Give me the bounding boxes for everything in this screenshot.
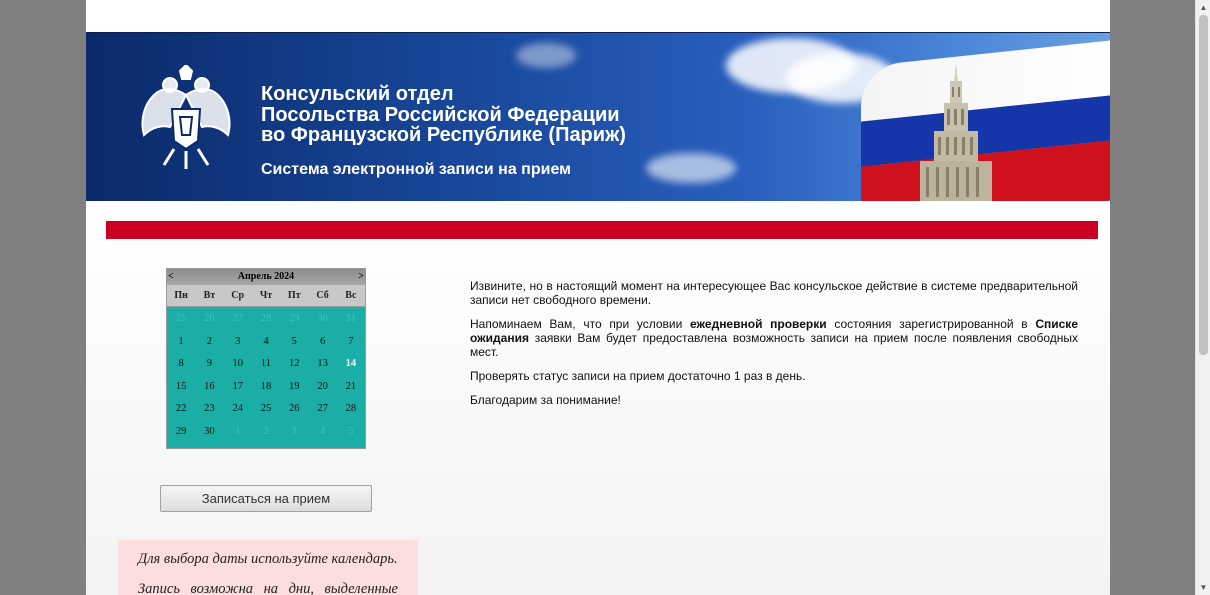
message-text: Напоминаем Вам, что при условии [470, 317, 691, 331]
calendar-day-other-month: 28 [260, 313, 272, 324]
calendar-day[interactable]: 11 [252, 353, 280, 376]
calendar-day[interactable]: 19 [280, 376, 308, 399]
weekday-label: Пт [287, 290, 301, 301]
calendar-day[interactable]: 25 [252, 398, 280, 421]
calendar-day[interactable]: 29 [167, 421, 195, 444]
title-line: во Французской Республике (Париж) [261, 124, 626, 146]
hint-text: Для выбора даты используйте календарь. [138, 551, 398, 567]
message-paragraph: Извините, но в настоящий момент на интер… [470, 279, 1078, 307]
calendar-day[interactable]: 4 [252, 331, 280, 354]
calendar-header: < Апрель 2024 > [167, 269, 365, 285]
message-paragraph: Благодарим за понимание! [470, 393, 621, 407]
calendar-day[interactable]: 18 [252, 376, 280, 399]
calendar-day-other-month: 1 [235, 425, 241, 437]
calendar-day[interactable]: 6 [308, 331, 336, 354]
calendar-day[interactable]: 9 [195, 353, 223, 376]
coat-of-arms-icon [141, 65, 231, 169]
header-banner: Консульский отдел Посольства Российской … [86, 32, 1110, 201]
calendar-month-label: Апрель 2024 [237, 271, 295, 282]
ministry-building-icon [920, 63, 992, 201]
calendar-day[interactable]: 1 [167, 331, 195, 354]
calendar-day[interactable]: 15 [167, 376, 195, 399]
calendar-day[interactable]: 3 [224, 331, 252, 354]
calendar: < Апрель 2024 > Пн Вт Ср Чт Пт Сб Вс 25 … [166, 268, 366, 449]
calendar-day-other-month: 5 [348, 425, 354, 437]
calendar-day-other-month: 31 [345, 313, 357, 324]
cloud [646, 153, 736, 183]
calendar-day-other-month: 4 [319, 425, 326, 437]
calendar-day[interactable]: 24 [224, 398, 252, 421]
weekday-label: Пн [174, 290, 188, 301]
calendar-day[interactable]: 8 [167, 353, 195, 376]
calendar-days: 25 26 27 28 29 30 31 1 2 3 4 5 6 7 8 9 1… [167, 307, 365, 443]
calendar-day-other-month: 29 [289, 313, 300, 324]
calendar-day[interactable]: 12 [280, 353, 308, 376]
hint-text: Запись возможна на дни, выделенные [138, 581, 398, 595]
hint-box: Для выбора даты используйте календарь. З… [118, 540, 418, 595]
calendar-day-other-month: 30 [317, 313, 328, 324]
calendar-next-button[interactable]: > [358, 269, 364, 285]
calendar-day-today[interactable]: 14 [337, 353, 365, 376]
weekday-label: Вс [345, 290, 357, 301]
scroll-up-arrow-icon[interactable]: ▲ [1196, 0, 1210, 15]
message-text: состояния зарегистрированной в [826, 317, 1036, 331]
calendar-day-other-month: 26 [204, 313, 215, 324]
calendar-day[interactable]: 20 [308, 376, 336, 399]
calendar-day[interactable]: 16 [195, 376, 223, 399]
calendar-day[interactable]: 13 [308, 353, 336, 376]
calendar-day-other-month: 27 [232, 313, 243, 324]
calendar-day-other-month: 25 [175, 313, 187, 324]
calendar-day[interactable]: 2 [195, 331, 223, 354]
calendar-day[interactable]: 21 [337, 376, 365, 399]
scrollbar-thumb[interactable] [1199, 15, 1208, 355]
title-line: Консульский отдел [261, 83, 454, 105]
title-line: Посольства Российской Федерации [261, 103, 620, 126]
book-appointment-button[interactable]: Записаться на прием [160, 485, 372, 512]
weekday-label: Ср [231, 290, 245, 301]
red-divider [106, 221, 1098, 239]
page-subtitle: Система электронной записи на прием [261, 161, 571, 178]
calendar-day[interactable]: 27 [308, 398, 336, 421]
cloud [516, 43, 576, 68]
calendar-day[interactable]: 10 [224, 353, 252, 376]
page: Консульский отдел Посольства Российской … [86, 0, 1110, 595]
page-title: Консульский отдел Посольства Российской … [261, 84, 626, 146]
message-paragraph: Проверять статус записи на прием достато… [470, 369, 806, 383]
weekday-label: Вт [203, 290, 216, 301]
info-message: Извините, но в настоящий момент на интер… [470, 279, 1078, 417]
calendar-prev-button[interactable]: < [168, 269, 174, 285]
weekday-label: Сб [316, 290, 329, 301]
calendar-day[interactable]: 28 [337, 398, 365, 421]
calendar-day-other-month: 2 [263, 425, 269, 437]
message-paragraph: Напоминаем Вам, что при условии ежедневн… [470, 317, 1078, 359]
calendar-day[interactable]: 30 [195, 421, 223, 444]
calendar-day[interactable]: 26 [280, 398, 308, 421]
message-emphasis: ежедневной проверки [690, 317, 827, 331]
calendar-day[interactable]: 22 [167, 398, 195, 421]
scroll-down-arrow-icon[interactable]: ▼ [1196, 580, 1210, 595]
calendar-day[interactable]: 23 [195, 398, 223, 421]
vertical-scrollbar[interactable]: ▲ ▼ [1195, 0, 1210, 595]
calendar-day-other-month: 3 [291, 425, 297, 437]
calendar-day[interactable]: 7 [337, 331, 365, 354]
weekday-label: Чт [259, 290, 273, 301]
calendar-weekdays: Пн Вт Ср Чт Пт Сб Вс [167, 285, 365, 307]
calendar-day[interactable]: 17 [224, 376, 252, 399]
calendar-day[interactable]: 5 [280, 331, 308, 354]
message-text: заявки Вам будет предоставлена возможнос… [470, 331, 1078, 359]
